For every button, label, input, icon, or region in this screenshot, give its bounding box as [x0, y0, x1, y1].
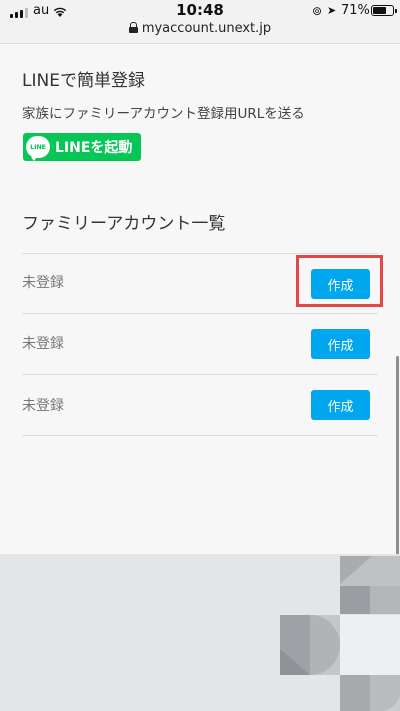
- status-bar: au 10:48 ⊚ ➤ 71% myaccount.unext.jp: [0, 0, 400, 44]
- family-accounts-title: ファミリーアカウント一覧: [22, 214, 226, 234]
- decorative-footer: [0, 554, 400, 711]
- highlight-box: [296, 255, 383, 307]
- launch-line-button[interactable]: LINE LINEを起動: [23, 133, 141, 161]
- divider: [22, 253, 378, 254]
- line-section-description: 家族にファミリーアカウント登録用URLを送る: [22, 106, 305, 122]
- line-logo-text: LINE: [30, 143, 46, 151]
- url-text: myaccount.unext.jp: [141, 21, 272, 36]
- create-account-button[interactable]: 作成: [311, 329, 370, 359]
- geometric-pattern: [280, 556, 400, 711]
- divider: [22, 374, 378, 375]
- battery-level: [373, 7, 387, 14]
- line-section-title: LINEで簡単登録: [22, 71, 145, 91]
- rotation-lock-icon: ⊚: [312, 4, 323, 18]
- line-logo-icon: LINE: [26, 136, 50, 161]
- location-icon: ➤: [327, 4, 337, 17]
- address-bar[interactable]: myaccount.unext.jp: [0, 21, 400, 36]
- registration-status: 未登録: [22, 398, 64, 414]
- divider: [22, 435, 378, 436]
- battery-icon: [371, 5, 397, 16]
- divider: [22, 313, 378, 314]
- registration-status: 未登録: [22, 275, 64, 291]
- create-account-button[interactable]: 作成: [311, 390, 370, 420]
- battery-percent: 71%: [341, 3, 370, 18]
- registration-status: 未登録: [22, 336, 64, 352]
- lock-icon: [128, 22, 138, 33]
- launch-line-label: LINEを起動: [55, 140, 133, 156]
- clock: 10:48: [176, 1, 224, 19]
